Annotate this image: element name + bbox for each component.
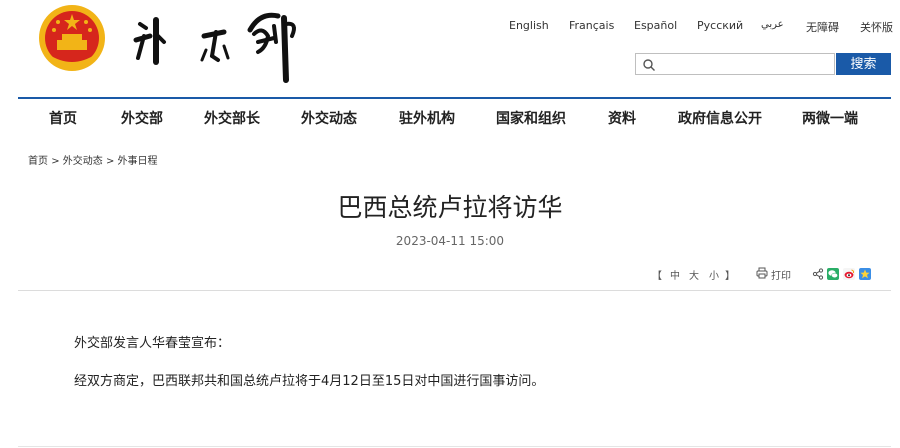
nav-item-diplomatic-news[interactable]: 外交动态	[301, 108, 357, 128]
print-icon[interactable]	[756, 267, 768, 279]
lang-french-link[interactable]: Français	[569, 19, 614, 32]
accessibility-link[interactable]: 无障碍	[806, 19, 839, 35]
nav-item-countries-organizations[interactable]: 国家和组织	[496, 108, 566, 128]
font-size-bracket-close: 】	[725, 271, 735, 282]
breadcrumb: 首页 > 外交动态 > 外事日程	[28, 152, 158, 167]
nav-item-home[interactable]: 首页	[49, 108, 77, 128]
share-icon[interactable]	[812, 268, 824, 280]
breadcrumb-diplomatic-news-link[interactable]: 外交动态	[63, 156, 103, 167]
font-size-small-button[interactable]: 小	[709, 267, 719, 282]
qzone-icon[interactable]	[859, 268, 871, 280]
font-size-large-button[interactable]: 中	[670, 267, 680, 282]
breadcrumb-separator: >	[51, 156, 60, 167]
lang-arabic-link[interactable]: عربي	[761, 19, 784, 30]
lang-russian-link[interactable]: Русский	[697, 19, 743, 32]
search-button[interactable]: 搜索	[836, 53, 891, 75]
search-bar: 搜索	[635, 53, 891, 75]
nav-item-resources[interactable]: 资料	[608, 108, 636, 128]
breadcrumb-foreign-affairs-schedule-link[interactable]: 外事日程	[118, 156, 158, 167]
breadcrumb-home-link[interactable]: 首页	[28, 156, 48, 167]
weibo-icon[interactable]	[843, 268, 855, 280]
article-tools: 【 中 大 小 】 打印	[0, 265, 900, 283]
nav-item-minister[interactable]: 外交部长	[204, 108, 260, 128]
nav-item-missions-abroad[interactable]: 驻外机构	[399, 108, 455, 128]
nav-item-ministry[interactable]: 外交部	[121, 108, 163, 128]
tools-divider	[18, 290, 891, 291]
main-nav: 首页 外交部 外交部长 外交动态 驻外机构 国家和组织 资料 政府信息公开 两微…	[18, 99, 891, 135]
lang-english-link[interactable]: English	[509, 19, 549, 32]
wechat-icon[interactable]	[827, 268, 839, 280]
font-size-medium-button[interactable]: 大	[689, 267, 699, 282]
search-icon	[643, 59, 655, 71]
search-field	[635, 53, 835, 75]
nav-item-media-platforms[interactable]: 两微一端	[802, 108, 858, 128]
lang-spanish-link[interactable]: Español	[634, 19, 677, 32]
breadcrumb-separator: >	[105, 156, 115, 167]
search-input[interactable]	[658, 54, 830, 74]
content-bottom-divider	[18, 446, 891, 447]
font-size-bracket-open: 【	[652, 271, 662, 282]
print-button[interactable]: 打印	[771, 267, 791, 282]
ministry-calligraphy-logo[interactable]	[128, 6, 308, 86]
article-paragraph: 外交部发言人华春莹宣布：	[74, 336, 231, 351]
elder-care-version-link[interactable]: 关怀版	[860, 19, 893, 35]
article-timestamp: 2023-04-11 15:00	[395, 234, 505, 248]
site-header: English Français Español Русский عربي 无障…	[0, 0, 900, 96]
article-paragraph: 经双方商定，巴西联邦共和国总统卢拉将于4月12日至15日对中国进行国事访问。	[74, 374, 545, 389]
nav-item-government-info[interactable]: 政府信息公开	[678, 108, 762, 128]
national-emblem-logo[interactable]	[38, 4, 106, 72]
article-title: 巴西总统卢拉将访华	[337, 193, 563, 222]
